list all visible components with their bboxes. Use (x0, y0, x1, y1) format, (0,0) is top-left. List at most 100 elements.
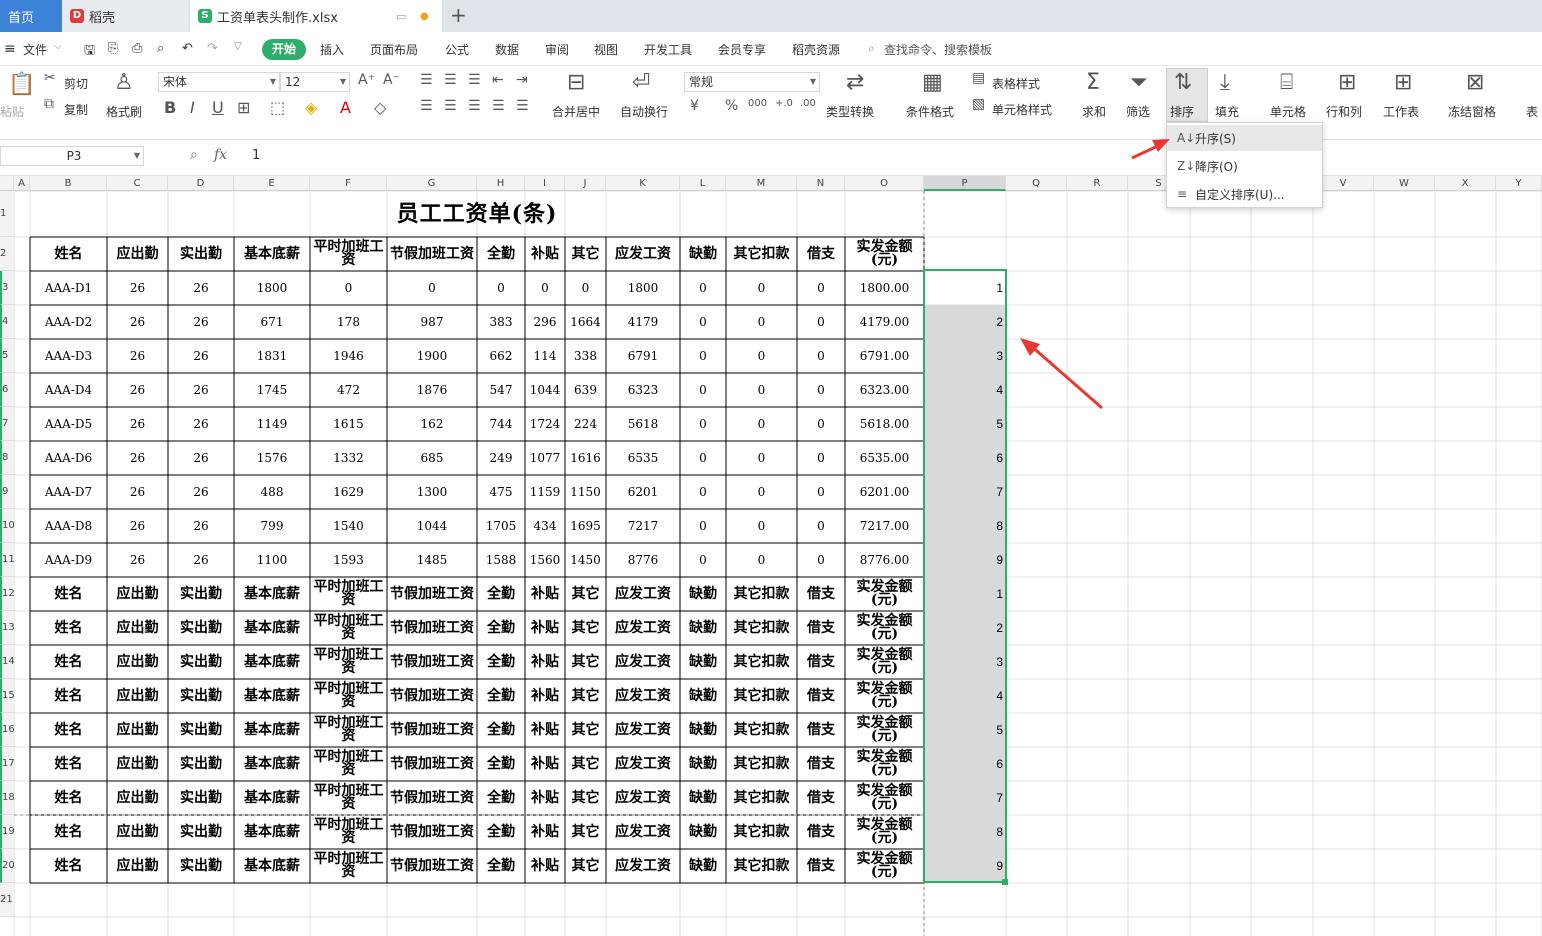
header-cell[interactable]: 平时加班工资 (310, 747, 387, 781)
bold-icon[interactable]: B (164, 98, 176, 117)
header-cell[interactable]: 其它扣款 (726, 611, 797, 645)
data-cell[interactable]: AAA-D3 (30, 339, 107, 373)
header-cell[interactable]: 节假加班工资 (387, 577, 477, 611)
data-cell[interactable]: 1450 (565, 543, 606, 577)
data-cell[interactable]: 26 (168, 441, 234, 475)
row-header-12[interactable]: 12 (0, 577, 15, 611)
tab-file[interactable]: S 工资单表头制作.xlsx ▭ ● (190, 0, 442, 32)
data-cell[interactable]: 6535 (606, 441, 680, 475)
row-header-18[interactable]: 18 (0, 781, 15, 815)
column-header-G[interactable]: G (387, 176, 477, 191)
header-cell[interactable]: 实发金额(元) (845, 611, 924, 645)
cells-button[interactable]: 单元格 (1270, 103, 1306, 120)
data-cell[interactable]: 472 (310, 373, 387, 407)
header-cell[interactable]: 实发金额(元) (845, 577, 924, 611)
header-cell[interactable]: 节假加班工资 (387, 815, 477, 849)
column-header-I[interactable]: I (525, 176, 565, 191)
data-cell[interactable]: 6791 (606, 339, 680, 373)
freeze-panes-button[interactable]: 冻结窗格 (1448, 103, 1496, 120)
menu-member[interactable]: 会员专享 (718, 41, 766, 58)
row-header-21[interactable]: 21 (0, 883, 14, 917)
p-column-cell[interactable]: 9 (924, 849, 1006, 883)
formula-input[interactable]: 1 (252, 148, 260, 163)
worksheet-button[interactable]: 工作表 (1383, 103, 1419, 120)
data-cell[interactable]: 0 (726, 441, 797, 475)
row-header-7[interactable]: 7 (0, 407, 14, 441)
increase-decimal-icon[interactable]: +.0 (775, 98, 793, 109)
column-header-Q[interactable]: Q (1006, 176, 1067, 191)
data-cell[interactable]: 434 (525, 509, 565, 543)
data-cell[interactable]: 488 (234, 475, 310, 509)
p-column-cell[interactable]: 5 (924, 713, 1006, 747)
data-cell[interactable]: 1900 (387, 339, 477, 373)
data-cell[interactable]: 0 (680, 407, 726, 441)
p-column-cell[interactable]: 7 (924, 475, 1006, 509)
data-cell[interactable]: 26 (168, 271, 234, 305)
header-cell[interactable]: 应出勤 (107, 611, 168, 645)
monitor-icon[interactable]: ▭ (396, 10, 406, 23)
header-cell[interactable]: 补贴 (525, 747, 565, 781)
header-cell[interactable]: 其它 (565, 679, 606, 713)
data-cell[interactable]: 1540 (310, 509, 387, 543)
data-cell[interactable]: 1800 (234, 271, 310, 305)
header-cell[interactable]: 实发金额(元) (845, 815, 924, 849)
header-cell[interactable]: 姓名 (30, 679, 107, 713)
header-cell[interactable]: 姓名 (30, 611, 107, 645)
font-color-icon[interactable]: A (340, 98, 351, 117)
header-cell[interactable]: 全勤 (477, 237, 525, 271)
row-header-1[interactable]: 1 (0, 191, 14, 237)
spreadsheet-grid[interactable]: ABCDEFGHIJKLMNOPQRSTUVWXY 12345678910111… (0, 176, 1542, 936)
row-header-20[interactable]: 20 (0, 849, 15, 883)
p-column-cell[interactable]: 4 (924, 373, 1006, 407)
column-header-O[interactable]: O (845, 176, 924, 191)
header-cell[interactable]: 应出勤 (107, 747, 168, 781)
data-cell[interactable]: 4179 (606, 305, 680, 339)
header-cell[interactable]: 其它扣款 (726, 849, 797, 883)
menu-data[interactable]: 数据 (495, 41, 519, 58)
header-cell[interactable]: 其它扣款 (726, 679, 797, 713)
header-cell[interactable]: 姓名 (30, 747, 107, 781)
data-cell[interactable]: 671 (234, 305, 310, 339)
header-cell[interactable]: 基本底薪 (234, 815, 310, 849)
header-cell[interactable]: 全勤 (477, 781, 525, 815)
data-cell[interactable]: 0 (797, 543, 845, 577)
header-cell[interactable]: 应发工资 (606, 781, 680, 815)
zoom-icon[interactable]: ⌕ (190, 147, 198, 163)
header-cell[interactable]: 平时加班工资 (310, 713, 387, 747)
header-cell[interactable]: 节假加班工资 (387, 849, 477, 883)
column-header-Y[interactable]: Y (1496, 176, 1542, 191)
align-middle-icon[interactable]: ☰ (444, 72, 457, 88)
decrease-decimal-icon[interactable]: .00 (800, 98, 816, 109)
header-cell[interactable]: 实出勤 (168, 577, 234, 611)
data-cell[interactable]: 0 (726, 475, 797, 509)
header-cell[interactable]: 缺勤 (680, 237, 726, 271)
header-cell[interactable]: 姓名 (30, 577, 107, 611)
data-cell[interactable]: 0 (680, 271, 726, 305)
data-cell[interactable]: 0 (680, 339, 726, 373)
data-cell[interactable]: 0 (387, 271, 477, 305)
export-icon[interactable]: ⎘ (108, 41, 118, 56)
column-header-A[interactable]: A (14, 176, 30, 191)
fill-color-icon[interactable]: ◈ (305, 98, 317, 117)
data-cell[interactable]: 1664 (565, 305, 606, 339)
header-cell[interactable]: 其它扣款 (726, 645, 797, 679)
header-cell[interactable]: 平时加班工资 (310, 611, 387, 645)
header-cell[interactable]: 应发工资 (606, 815, 680, 849)
data-cell[interactable]: 0 (680, 305, 726, 339)
p-column-cell[interactable]: 6 (924, 441, 1006, 475)
header-cell[interactable]: 实出勤 (168, 781, 234, 815)
data-cell[interactable]: 26 (107, 509, 168, 543)
data-cell[interactable]: 26 (107, 543, 168, 577)
select-all-corner[interactable] (0, 176, 14, 191)
header-cell[interactable]: 基本底薪 (234, 237, 310, 271)
data-cell[interactable]: 5618 (606, 407, 680, 441)
menu-view[interactable]: 视图 (594, 41, 618, 58)
justify-icon[interactable]: ☰ (492, 98, 505, 114)
header-cell[interactable]: 缺勤 (680, 781, 726, 815)
column-header-W[interactable]: W (1374, 176, 1435, 191)
indent-increase-icon[interactable]: ⇥ (516, 72, 528, 88)
data-cell[interactable]: 0 (680, 441, 726, 475)
data-cell[interactable]: 0 (726, 271, 797, 305)
data-cell[interactable]: 26 (107, 407, 168, 441)
row-header-13[interactable]: 13 (0, 611, 15, 645)
